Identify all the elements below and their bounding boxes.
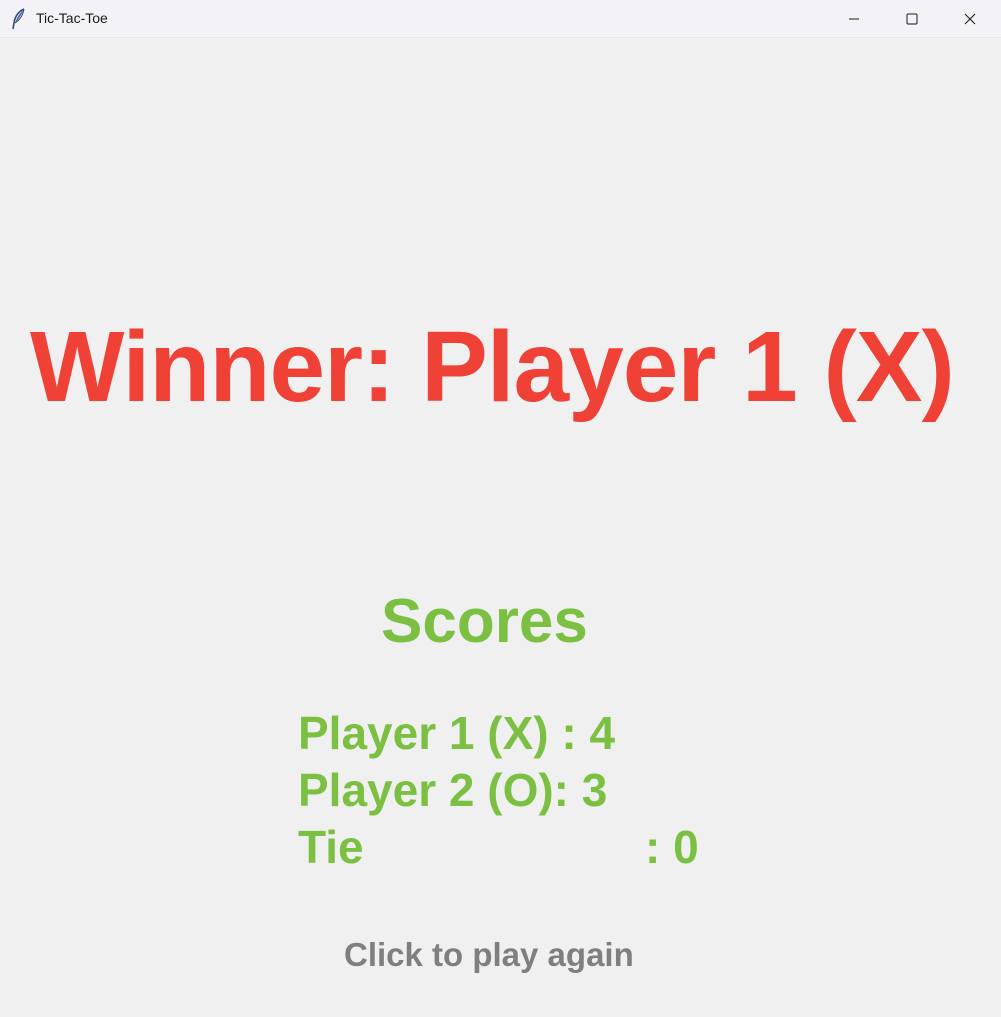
app-window: Tic-Tac-Toe Winner: Player 1 (X) Scores … (0, 0, 1001, 1017)
window-title: Tic-Tac-Toe (36, 10, 108, 26)
score-tie-label: Tie (298, 821, 364, 873)
minimize-button[interactable] (825, 0, 883, 38)
play-again-prompt[interactable]: Click to play again (344, 938, 634, 971)
score-player1: Player 1 (X) : 4 (298, 707, 616, 759)
maximize-button[interactable] (883, 0, 941, 38)
minimize-icon (849, 18, 859, 20)
maximize-icon (906, 13, 918, 25)
winner-text: Winner: Player 1 (X) (30, 311, 955, 423)
game-canvas[interactable]: Winner: Player 1 (X) Scores Player 1 (X)… (0, 38, 1001, 1017)
close-button[interactable] (941, 0, 999, 38)
score-tie-value: : 0 (645, 821, 699, 873)
score-player2: Player 2 (O): 3 (298, 764, 608, 816)
scores-title: Scores (381, 587, 588, 656)
feather-icon (12, 8, 25, 30)
close-icon (964, 13, 976, 25)
title-bar[interactable]: Tic-Tac-Toe (0, 0, 1001, 38)
